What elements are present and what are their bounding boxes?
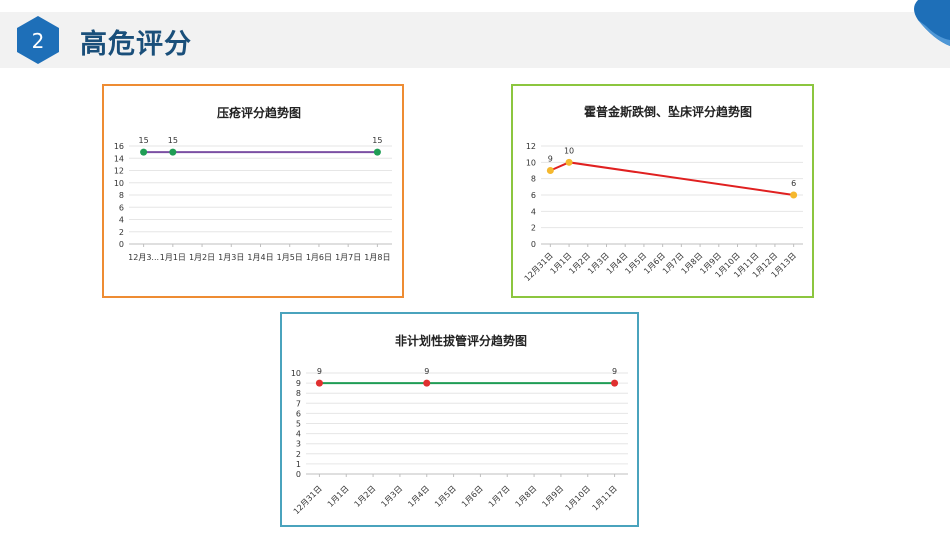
fall-risk-chart: 霍普金斯跌倒、坠床评分趋势图02468101212月31日1月1日1月2日1月3…	[523, 104, 803, 283]
x-tick-label: 1月6日	[306, 253, 332, 262]
y-tick-label: 4	[531, 207, 536, 216]
y-tick-label: 4	[119, 216, 124, 225]
y-tick-label: 8	[296, 389, 301, 398]
data-point	[315, 379, 323, 387]
data-point	[790, 191, 798, 199]
data-label: 15	[372, 136, 382, 145]
y-tick-label: 8	[531, 175, 536, 184]
x-tick-label: 1月11日	[591, 484, 619, 512]
x-tick-label: 1月1日	[160, 253, 186, 262]
data-label: 9	[317, 367, 322, 376]
data-point	[423, 379, 431, 387]
data-label: 9	[612, 367, 617, 376]
x-tick-label: 1月9日	[540, 484, 565, 509]
y-tick-label: 12	[114, 167, 124, 176]
fall-risk-chart-panel: 霍普金斯跌倒、坠床评分趋势图 0 2 4 6 8 10 12 12月31日 1月1日 1月2日 1月3…	[511, 84, 814, 298]
y-tick-label: 6	[119, 203, 124, 212]
chart-title: 霍普金斯跌倒、坠床评分趋势图	[584, 104, 752, 119]
x-tick-label: 1月7日	[335, 253, 361, 262]
y-tick-label: 8	[119, 191, 124, 200]
data-point	[140, 148, 148, 156]
pressure-ulcer-chart: 压疮评分趋势图024681012141612月3... 1月1日 1月2日 1月3日 1…	[114, 105, 392, 262]
chart-title: 非计划性拔管评分趋势图	[395, 333, 527, 348]
x-tick-label: 1月1日	[326, 484, 351, 509]
x-tick-label: 1月5日	[277, 253, 303, 262]
y-tick-label: 9	[296, 379, 301, 388]
y-tick-label: 16	[114, 142, 124, 151]
y-tick-label: 10	[291, 369, 301, 378]
unplanned-extubation-chart: 非计划性拔管评分趋势图01234567891012月31日 1月1日 1月2日 1月3…	[291, 333, 628, 516]
data-label: 9	[548, 155, 553, 164]
x-tick-label: 1月6日	[460, 484, 485, 509]
data-point	[169, 148, 177, 156]
y-tick-label: 1	[296, 460, 301, 469]
section-number: 2	[32, 29, 45, 53]
y-tick-label: 3	[296, 440, 301, 449]
y-tick-label: 0	[531, 240, 536, 249]
y-tick-label: 14	[114, 154, 124, 163]
y-tick-label: 10	[114, 179, 124, 188]
x-tick-label: 1月3日	[218, 253, 244, 262]
corner-decoration	[914, 0, 950, 46]
page-title: 高危评分	[80, 29, 192, 60]
data-point	[373, 148, 381, 156]
y-tick-label: 0	[119, 240, 124, 249]
x-tick-label: 1月3日	[379, 484, 404, 509]
data-point	[546, 167, 554, 174]
x-tick-label: 1月4日	[247, 253, 273, 262]
unplanned-extubation-chart-panel: 非计划性拔管评分趋势图 0 1 2 3 4 5 6 7 8 9 10 12月31日 1月1日 1月2日 1月3…	[280, 312, 639, 527]
chart-title: 压疮评分趋势图	[217, 105, 301, 120]
data-label: 15	[168, 136, 178, 145]
x-tick-label: 1月4日	[406, 484, 431, 509]
data-label: 9	[424, 367, 429, 376]
y-tick-label: 7	[296, 399, 301, 408]
section-number-badge: 2	[17, 16, 59, 64]
y-tick-label: 2	[296, 450, 301, 459]
x-tick-label: 12月3...	[128, 253, 159, 262]
data-label: 6	[791, 179, 796, 188]
y-tick-label: 12	[526, 142, 536, 151]
data-point	[565, 158, 573, 166]
x-tick-label: 1月10日	[564, 484, 592, 512]
x-tick-label: 1月5日	[433, 484, 458, 509]
y-tick-label: 2	[119, 228, 124, 237]
x-tick-label: 1月8日	[364, 253, 390, 262]
x-tick-label: 12月31日	[292, 484, 324, 516]
x-tick-label: 1月7日	[487, 484, 512, 509]
x-tick-label: 1月8日	[514, 484, 539, 509]
data-label: 15	[139, 136, 149, 145]
y-tick-label: 10	[526, 158, 536, 167]
y-tick-label: 0	[296, 470, 301, 479]
x-tick-label: 1月2日	[353, 484, 378, 509]
y-tick-label: 4	[296, 430, 301, 439]
y-tick-label: 6	[531, 191, 536, 200]
pressure-ulcer-chart-panel: 压疮评分趋势图 0 2 4 6 8 10 12 14 16 12月3... 1月1日 1月2日 1月3日 1…	[102, 84, 404, 298]
y-tick-label: 5	[296, 420, 301, 429]
data-label: 10	[564, 146, 574, 155]
y-tick-label: 6	[296, 409, 301, 418]
data-point	[611, 379, 619, 387]
y-tick-label: 2	[531, 224, 536, 233]
x-tick-label: 1月2日	[189, 253, 215, 262]
